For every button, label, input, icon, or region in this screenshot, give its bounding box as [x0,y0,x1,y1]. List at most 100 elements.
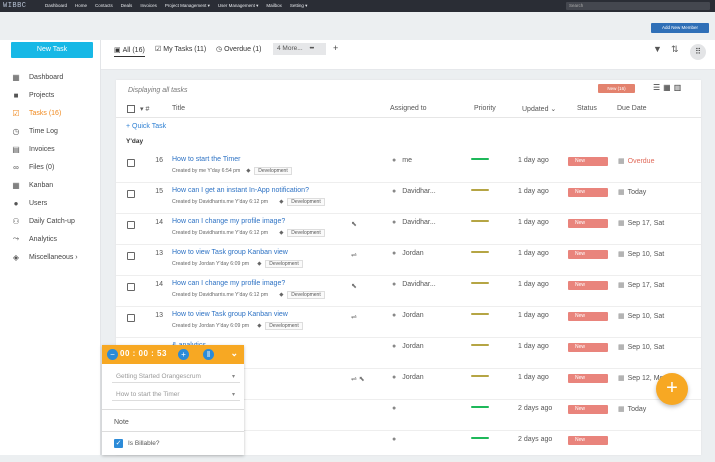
topnav-item[interactable]: Setting ▾ [290,3,308,9]
tag-badge[interactable]: Development [287,291,325,299]
due-date[interactable]: ▦ Sep 17, Sat [618,281,664,289]
assignee[interactable]: ● Jordan [392,312,424,319]
tab-my-tasks[interactable]: ☑ My Tasks (11) [155,44,206,55]
assignee[interactable]: ● me [392,157,412,164]
status-badge[interactable]: New [568,343,608,352]
pause-icon[interactable]: ‖ [203,349,214,360]
task-title-link[interactable]: How can I change my profile image? [172,280,285,287]
row-checkbox[interactable] [127,314,135,322]
priority-bar[interactable] [471,344,489,346]
priority-bar[interactable] [471,313,489,315]
assignee[interactable]: ● [392,436,402,443]
task-title-link[interactable]: How to start the Timer [172,156,240,163]
tag-badge[interactable]: Development [254,167,292,175]
col-assigned[interactable]: Assigned to [390,105,427,112]
due-date[interactable]: ▦ Sep 12, Mo [618,374,663,382]
add-tab-button[interactable]: + [333,43,338,53]
status-badge[interactable]: New [568,312,608,321]
col-number[interactable]: ▾ # [140,105,149,113]
col-priority[interactable]: Priority [474,105,496,112]
chevron-down-icon[interactable]: ⌄ [230,348,238,359]
tag-badge[interactable]: Development [265,260,303,268]
new-task-button[interactable]: New Task [11,42,93,58]
row-checkbox[interactable] [127,190,135,198]
note-field[interactable]: Note [114,419,129,426]
status-badge[interactable]: New [568,405,608,414]
topnav-item[interactable]: Dashboard [45,3,67,9]
new-count-badge[interactable]: New (16) [598,84,635,93]
col-updated[interactable]: Updated ⌄ [522,105,556,113]
priority-bar[interactable] [471,158,489,160]
add-new-member-button[interactable]: Add New Member [651,23,709,33]
task-select[interactable]: How to start the Timer ▾ [112,389,240,401]
priority-bar[interactable] [471,282,489,284]
topnav-item[interactable]: Project Management ▾ [165,3,210,9]
project-select[interactable]: Getting Started Orangescrum ▾ [112,371,240,383]
sidebar-item-miscellaneous[interactable]: ◈ Miscellaneous › [10,248,100,266]
sidebar-item-time-log[interactable]: ◷ Time Log [10,122,100,140]
topnav-item[interactable]: User Management ▾ [218,3,259,9]
plus-icon[interactable]: + [178,349,189,360]
priority-bar[interactable] [471,375,489,377]
due-date[interactable]: ▦ Overdue [618,157,654,165]
task-title-link[interactable]: How to view Task group Kanban view [172,249,288,256]
topnav-item[interactable]: Invoices [140,3,157,9]
calendar-view-icon[interactable]: ▥ [674,83,682,92]
sidebar-item-files[interactable]: ∞ Files (0) [10,158,100,176]
list-view-icon[interactable]: ☰ [653,83,660,92]
topnav-item[interactable]: Home [75,3,87,9]
priority-bar[interactable] [471,220,489,222]
assignee[interactable]: ● [392,405,402,412]
row-checkbox[interactable] [127,221,135,229]
sidebar-item-projects[interactable]: ■ Projects [10,86,100,104]
assignee[interactable]: ● Davidhar... [392,281,436,288]
search-input[interactable]: Search [566,2,710,10]
status-badge[interactable]: New [568,157,608,166]
assignee[interactable]: ● Davidhar... [392,219,436,226]
sidebar-item-users[interactable]: ● Users [10,194,100,212]
assignee[interactable]: ● Jordan [392,250,424,257]
sidebar-item-kanban[interactable]: ▦ Kanban [10,176,100,194]
topnav-item[interactable]: Deals [121,3,133,9]
due-date[interactable]: ▦ Sep 10, Sat [618,250,664,258]
priority-bar[interactable] [471,437,489,439]
due-date[interactable]: ▦ Sep 10, Sat [618,343,664,351]
app-logo[interactable]: WIBBC [3,2,37,10]
sidebar-item-dashboard[interactable]: ▦ Dashboard [10,68,100,86]
col-title[interactable]: Title [172,105,185,112]
status-badge[interactable]: New [568,436,608,445]
assignee[interactable]: ● Jordan [392,343,424,350]
sidebar-item-daily-catch-up[interactable]: ⚇ Daily Catch-up [10,212,100,230]
status-badge[interactable]: New [568,219,608,228]
status-badge[interactable]: New [568,250,608,259]
col-due-date[interactable]: Due Date [617,105,647,112]
tab-all[interactable]: ▣ All (16) [114,44,145,57]
billable-checkbox[interactable]: ✓ [114,439,123,448]
due-date[interactable]: ▦ Sep 10, Sat [618,312,664,320]
table-row[interactable]: 14 How can I change my profile image? Crea… [116,276,701,307]
row-checkbox[interactable] [127,283,135,291]
sidebar-item-tasks[interactable]: ☑ Tasks (16) [10,104,100,122]
due-date[interactable]: ▦ Today [618,405,646,413]
row-checkbox[interactable] [127,159,135,167]
assignee[interactable]: ● Davidhar... [392,188,436,195]
sort-icon[interactable]: ⇅ [671,44,679,55]
tab-more[interactable]: 4 More... ••• [273,43,326,55]
sidebar-item-invoices[interactable]: ▤ Invoices [10,140,100,158]
minus-icon[interactable]: − [107,349,118,360]
tab-overdue[interactable]: ◷ Overdue (1) [216,44,261,55]
priority-bar[interactable] [471,189,489,191]
quick-task-link[interactable]: + Quick Task [126,123,166,130]
priority-bar[interactable] [471,406,489,408]
select-all-checkbox[interactable] [127,105,135,113]
task-title-link[interactable]: How to view Task group Kanban view [172,311,288,318]
sidebar-item-analytics[interactable]: ⤳ Analytics [10,230,100,248]
table-row[interactable]: 15 How can I get an instant In-App notifi… [116,183,701,214]
status-badge[interactable]: New [568,188,608,197]
tag-badge[interactable]: Development [287,229,325,237]
task-title-link[interactable]: How can I get an instant In-App notifica… [172,187,309,194]
grid-view-icon[interactable]: ▦ [663,83,671,92]
row-checkbox[interactable] [127,252,135,260]
priority-bar[interactable] [471,251,489,253]
tag-badge[interactable]: Development [287,198,325,206]
